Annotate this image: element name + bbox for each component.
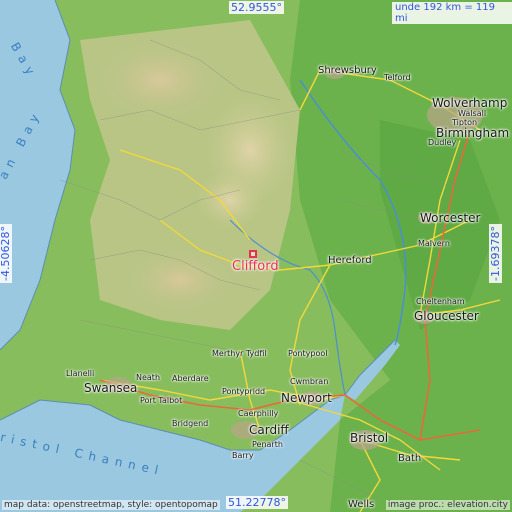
place-walsall[interactable]: Walsall [458,110,486,118]
place-malvern[interactable]: Malvern [418,240,450,248]
map-view[interactable]: Bay an Bay ristol Channel Shrewsbury Tel… [0,0,512,512]
place-hereford[interactable]: Hereford [328,256,372,266]
place-bath[interactable]: Bath [398,454,421,464]
place-penarth[interactable]: Penarth [252,441,283,449]
place-worcester[interactable]: Worcester [420,212,480,224]
place-newport[interactable]: Newport [281,392,332,404]
place-cwmbran[interactable]: Cwmbran [290,378,328,386]
place-gloucester[interactable]: Gloucester [414,310,479,322]
place-pontypool[interactable]: Pontypool [288,350,327,358]
place-neath[interactable]: Neath [136,374,160,382]
place-bristol[interactable]: Bristol [350,432,388,444]
place-swansea[interactable]: Swansea [84,382,137,394]
coord-bottom: 51.22778° [226,496,288,509]
hill-brecon [120,245,240,315]
hill-radnor [195,170,265,230]
place-telford[interactable]: Telford [384,74,411,82]
place-wolverhampton[interactable]: Wolverhamp [432,97,507,109]
place-cardiff[interactable]: Cardiff [249,424,289,436]
place-dudley[interactable]: Dudley [428,139,456,147]
coord-top: 52.9555° [229,1,284,14]
place-barry[interactable]: Barry [232,452,254,460]
location-marker-label[interactable]: Clifford [232,259,279,274]
place-port-talbot[interactable]: Port Talbot [140,397,182,405]
place-merthyr-tydfil[interactable]: Merthyr Tydfil [212,350,267,358]
place-shrewsbury[interactable]: Shrewsbury [318,66,377,76]
coord-left: -4.50628° [0,224,12,283]
place-pontypridd[interactable]: Pontypridd [222,388,265,396]
place-llanelli[interactable]: Llanelli [66,370,94,378]
coord-right: -1.69378° [488,224,502,283]
place-wells[interactable]: Wells [348,500,374,510]
credit-map-data: map data: openstreetmap, style: opentopo… [2,500,220,510]
place-aberdare[interactable]: Aberdare [172,375,209,383]
place-caerphilly[interactable]: Caerphilly [238,410,278,418]
scale-prefix: unde [395,2,421,13]
hill-snowdonia [90,35,230,125]
place-bridgend[interactable]: Bridgend [172,420,208,428]
place-cheltenham[interactable]: Cheltenham [416,298,465,306]
credit-image-proc: image proc.: elevation.city [385,500,510,510]
scale-bar: unde 192 km = 119 mi [392,2,512,24]
location-marker-icon[interactable] [249,250,257,258]
